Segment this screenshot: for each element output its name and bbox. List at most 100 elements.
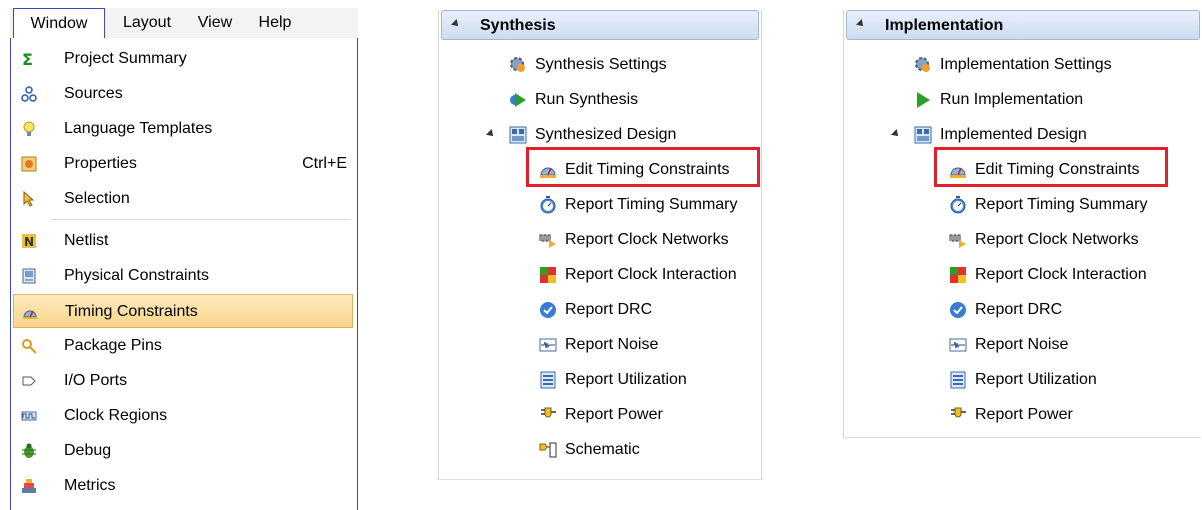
svg-text:N: N [24, 235, 34, 249]
package-pins-icon [22, 339, 37, 354]
utilization-icon [950, 371, 966, 389]
power-plug-icon [541, 407, 556, 418]
play-icon [917, 92, 930, 108]
tree-item-label: Report Power [565, 406, 663, 423]
checkmark-circle-icon [540, 302, 556, 318]
menu-item-label: Timing Constraints [65, 303, 198, 320]
physical-constraints-icon [22, 268, 36, 284]
clock-interaction-icon [540, 267, 556, 283]
tree-item-label: Report Power [975, 406, 1073, 423]
implementation-section-header[interactable]: Implementation [846, 10, 1200, 40]
stopwatch-icon [950, 196, 966, 214]
menu-item-label: I/O Ports [64, 372, 128, 389]
tree-item-label: Report Utilization [565, 371, 687, 388]
tree-item-label: Implementation Settings [940, 56, 1112, 73]
section-title: Synthesis [480, 17, 556, 34]
highlight-box [526, 147, 760, 187]
menu-item-label: Sources [64, 85, 123, 102]
window-menu-dropdown: Σ Project Summary Sources Language Templ… [10, 38, 358, 510]
menu-window[interactable]: Window [13, 8, 105, 38]
power-plug-icon [951, 407, 966, 418]
menu-item-label: Clock Regions [64, 407, 168, 424]
menu-item-label: Netlist [64, 232, 109, 249]
clock-regions-icon [21, 411, 37, 421]
menu-item-label: Language Templates [64, 120, 213, 137]
clock-networks-icon [949, 234, 966, 248]
tree-item-label: Report Noise [565, 336, 659, 353]
tree-item-label: Synthesis Settings [535, 56, 667, 73]
menu-item-label: Metrics [64, 477, 116, 494]
settings-gear-icon [510, 57, 525, 72]
stopwatch-icon [540, 196, 556, 214]
tree-item-label: Run Synthesis [535, 91, 639, 108]
netlist-icon: N [22, 234, 36, 249]
menu-item-selection[interactable]: Selection [13, 182, 353, 216]
tree-item-label: Report DRC [975, 301, 1063, 318]
menu-item-properties[interactable]: Properties Ctrl+E [13, 147, 353, 181]
expand-arrow-icon[interactable] [486, 129, 496, 139]
expand-arrow-icon[interactable] [891, 129, 901, 139]
menu-item-debug[interactable]: Debug [13, 434, 353, 468]
menu-item-clock-regions[interactable]: Clock Regions [13, 399, 353, 433]
tree-item-label: Report Clock Interaction [975, 266, 1147, 283]
shortcut-label: Ctrl+E [302, 155, 347, 172]
tree-item-label: Report DRC [565, 301, 653, 318]
settings-gear-icon [915, 57, 930, 72]
menu-item-package-pins[interactable]: Package Pins [13, 329, 353, 363]
menu-item-label: Package Pins [64, 337, 162, 354]
menu-item-netlist[interactable]: N Netlist [13, 224, 353, 258]
menu-item-language-templates[interactable]: Language Templates [13, 112, 353, 146]
synthesis-panel: Synthesis Synthesis Settings Run Synthes… [438, 10, 762, 480]
lightbulb-icon [23, 121, 35, 136]
tree-item-label: Report Timing Summary [565, 196, 738, 213]
tree-item-label: Report Clock Interaction [565, 266, 737, 283]
menu-item-project-summary[interactable]: Σ Project Summary [13, 42, 353, 76]
menu-item-metrics[interactable]: Metrics [13, 469, 353, 503]
menu-item-io-ports[interactable]: I/O Ports [13, 364, 353, 398]
clock-networks-icon [539, 234, 556, 248]
cursor-icon [23, 191, 35, 207]
menu-item-sources[interactable]: Sources [13, 77, 353, 111]
schematic-icon [539, 442, 557, 458]
noise-waveform-icon [539, 338, 557, 352]
timing-constraints-icon [23, 310, 37, 319]
checkmark-circle-icon [950, 302, 966, 318]
debug-bug-icon [22, 443, 36, 458]
menu-view[interactable]: View [190, 8, 240, 38]
tree-item-label: Report Timing Summary [975, 196, 1148, 213]
tree-item-label: Report Clock Networks [975, 231, 1139, 248]
tree-item-label: Run Implementation [940, 91, 1084, 108]
menu-layout[interactable]: Layout [108, 8, 186, 38]
collapse-arrow-icon[interactable] [451, 19, 461, 29]
tree-item-label: Report Clock Networks [565, 231, 729, 248]
sources-icon [21, 86, 37, 102]
sigma-icon: Σ [22, 51, 33, 67]
menu-item-label: Selection [64, 190, 130, 207]
svg-text:Σ: Σ [22, 51, 33, 67]
menu-item-label: Project Summary [64, 50, 187, 67]
menu-item-timing-constraints[interactable]: Timing Constraints [13, 294, 353, 328]
menu-item-physical-constraints[interactable]: Physical Constraints [13, 259, 353, 293]
menu-separator [51, 219, 351, 220]
properties-icon [21, 156, 37, 172]
implementation-panel: Implementation Implementation Settings R… [843, 10, 1201, 438]
noise-waveform-icon [949, 338, 967, 352]
io-ports-icon [22, 376, 36, 386]
section-title: Implementation [885, 17, 1004, 34]
highlight-box [934, 147, 1168, 187]
menu-bar: Window Layout View Help [10, 8, 358, 39]
design-window-icon [509, 126, 527, 144]
utilization-icon [540, 371, 556, 389]
collapse-arrow-icon[interactable] [856, 19, 866, 29]
design-window-icon [914, 126, 932, 144]
menu-item-label: Properties [64, 155, 137, 172]
tree-item-label: Report Noise [975, 336, 1069, 353]
run-synthesis-icon [510, 93, 526, 107]
tree-item-label: Report Utilization [975, 371, 1097, 388]
clock-interaction-icon [950, 267, 966, 283]
tree-item-label: Schematic [565, 441, 640, 458]
menu-item-label: Debug [64, 442, 112, 459]
metrics-icon [22, 479, 36, 493]
synthesis-section-header[interactable]: Synthesis [441, 10, 759, 40]
menu-help[interactable]: Help [250, 8, 300, 38]
